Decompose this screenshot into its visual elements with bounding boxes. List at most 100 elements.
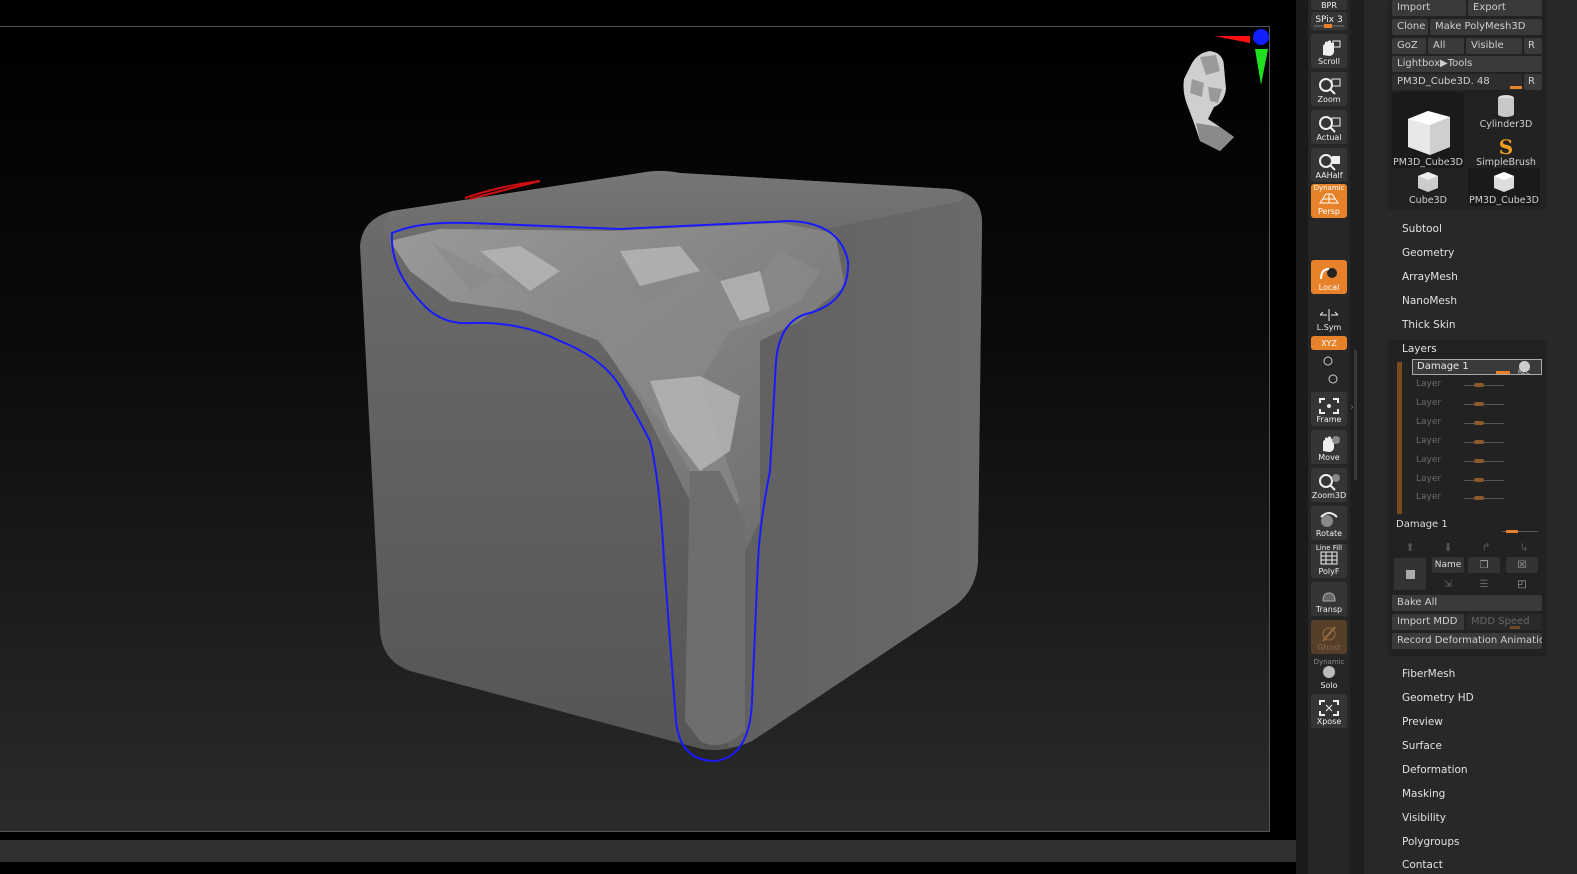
bake-all-button[interactable]: Bake All bbox=[1392, 595, 1542, 611]
import-mdd-button[interactable]: Import MDD bbox=[1392, 614, 1464, 630]
layer-slot[interactable]: Layer bbox=[1416, 492, 1506, 504]
split-layer-button[interactable]: ⇲ bbox=[1432, 576, 1464, 592]
shelf-scrollbar[interactable]: › bbox=[1350, 0, 1364, 874]
layer-slot[interactable]: Layer bbox=[1416, 398, 1506, 410]
zoom3d-button[interactable]: Zoom3D bbox=[1311, 468, 1347, 502]
section-nanomesh[interactable]: NanoMesh bbox=[1402, 295, 1457, 307]
import-button[interactable]: Import bbox=[1392, 0, 1466, 16]
layer-strength-knob[interactable] bbox=[1496, 371, 1510, 374]
layer-corner-button[interactable]: ◰ bbox=[1506, 576, 1538, 592]
section-fibermesh[interactable]: FiberMesh bbox=[1402, 668, 1455, 680]
goz-r-button[interactable]: R bbox=[1524, 38, 1542, 54]
move-label: Move bbox=[1318, 453, 1340, 462]
section-geometry-hd[interactable]: Geometry HD bbox=[1402, 692, 1474, 704]
move-button[interactable]: Move bbox=[1311, 430, 1347, 464]
tool-thumb-simplebrush[interactable]: S SimpleBrush bbox=[1470, 130, 1542, 168]
layer-slot-knob[interactable] bbox=[1474, 496, 1484, 500]
layers-scrollbar[interactable] bbox=[1397, 362, 1402, 514]
clone-button[interactable]: Clone bbox=[1392, 19, 1428, 35]
move-layer-up-button[interactable]: ⬆ bbox=[1394, 539, 1426, 555]
record-deformation-button[interactable]: Record Deformation Animation bbox=[1392, 633, 1542, 649]
section-contact[interactable]: Contact bbox=[1402, 859, 1443, 871]
persp-button[interactable]: Dynamic Persp bbox=[1311, 184, 1347, 218]
xyz-rotate-icon[interactable] bbox=[1320, 354, 1338, 386]
lightbox-tools-button[interactable]: Lightbox▶Tools bbox=[1392, 56, 1542, 72]
new-layer-button[interactable] bbox=[1394, 558, 1426, 590]
scroll-button[interactable]: Scroll bbox=[1311, 34, 1347, 68]
section-geometry[interactable]: Geometry bbox=[1402, 247, 1454, 259]
3d-scene[interactable] bbox=[0, 27, 1270, 833]
collapse-arrow-icon[interactable]: › bbox=[1350, 402, 1354, 413]
actual-button[interactable]: Actual bbox=[1311, 110, 1347, 144]
zoom-button[interactable]: Zoom bbox=[1311, 72, 1347, 106]
lsym-button[interactable]: L.Sym bbox=[1311, 300, 1347, 334]
current-tool-slider[interactable]: PM3D_Cube3D. 48 bbox=[1392, 74, 1522, 90]
bpr-button[interactable]: BPR bbox=[1311, 0, 1347, 10]
make-polymesh3d-button[interactable]: Make PolyMesh3D bbox=[1430, 19, 1542, 35]
move-layer-down-button[interactable]: ⬇ bbox=[1432, 539, 1464, 555]
mdd-speed-slider[interactable]: MDD Speed bbox=[1466, 614, 1542, 630]
canvas-viewport[interactable] bbox=[0, 0, 1296, 874]
xpose-button[interactable]: Xpose bbox=[1311, 694, 1347, 728]
goz-visible-button[interactable]: Visible bbox=[1466, 38, 1522, 54]
tool-r-button[interactable]: R bbox=[1524, 74, 1542, 90]
section-thick-skin[interactable]: Thick Skin bbox=[1402, 319, 1456, 331]
layer-slot[interactable]: Layer bbox=[1416, 436, 1506, 448]
lsym-label: L.Sym bbox=[1316, 323, 1342, 332]
section-arraymesh[interactable]: ArrayMesh bbox=[1402, 271, 1458, 283]
rotate-button[interactable]: Rotate bbox=[1311, 506, 1347, 540]
section-deformation[interactable]: Deformation bbox=[1402, 764, 1468, 776]
layer-slot-knob[interactable] bbox=[1474, 383, 1484, 387]
layer-slot[interactable]: Layer bbox=[1416, 474, 1506, 486]
layer-slot-knob[interactable] bbox=[1474, 478, 1484, 482]
transp-button[interactable]: Transp bbox=[1311, 582, 1347, 616]
mdd-speed-knob[interactable] bbox=[1510, 626, 1520, 629]
goz-button[interactable]: GoZ bbox=[1392, 38, 1426, 54]
section-visibility[interactable]: Visibility bbox=[1402, 812, 1446, 824]
layer-slot[interactable]: Layer bbox=[1416, 379, 1506, 391]
layer-intensity-slider[interactable]: Damage 1 bbox=[1392, 519, 1542, 533]
layer-slot-knob[interactable] bbox=[1474, 402, 1484, 406]
section-preview[interactable]: Preview bbox=[1402, 716, 1443, 728]
cube-icon bbox=[1418, 172, 1438, 192]
delete-layer-button[interactable]: ☒ bbox=[1506, 557, 1538, 573]
viewport-horizontal-scrollbar[interactable] bbox=[0, 840, 1296, 862]
tool-thumb-pm3d-cube3d[interactable]: PM3D_Cube3D bbox=[1468, 168, 1540, 206]
section-surface[interactable]: Surface bbox=[1402, 740, 1442, 752]
layer-options-button[interactable]: ☰ bbox=[1468, 576, 1500, 592]
layer-slot-knob[interactable] bbox=[1474, 421, 1484, 425]
current-tool-slider-knob[interactable] bbox=[1510, 86, 1522, 89]
tool-thumb-cylinder3d[interactable]: Cylinder3D bbox=[1470, 92, 1542, 130]
section-layers[interactable]: Layers bbox=[1402, 343, 1437, 355]
shelf-scroll-thumb[interactable] bbox=[1354, 350, 1357, 480]
layer-slot-knob[interactable] bbox=[1474, 440, 1484, 444]
section-label: Surface bbox=[1402, 740, 1443, 752]
xyz-button[interactable]: XYZ bbox=[1311, 336, 1347, 350]
layer-damage-1[interactable]: Damage 1 REC bbox=[1412, 359, 1542, 376]
section-subtool[interactable]: Subtool bbox=[1402, 223, 1442, 235]
section-masking[interactable]: Masking bbox=[1402, 788, 1445, 800]
layer-intensity-knob[interactable] bbox=[1506, 530, 1518, 533]
navigation-head-gizmo[interactable] bbox=[1160, 27, 1270, 157]
merge-layer-button[interactable]: ↳ bbox=[1508, 539, 1540, 555]
layer-slot[interactable]: Layer bbox=[1416, 455, 1506, 467]
aahalf-button[interactable]: AAHalf bbox=[1311, 148, 1347, 182]
frame-button[interactable]: Frame bbox=[1311, 392, 1347, 426]
polyf-button[interactable]: Line Fill PolyF bbox=[1311, 544, 1347, 578]
local-button[interactable]: Local bbox=[1311, 260, 1347, 294]
layer-slot-knob[interactable] bbox=[1474, 459, 1484, 463]
export-button[interactable]: Export bbox=[1468, 0, 1542, 16]
tool-thumb-cube3d[interactable]: Cube3D bbox=[1392, 168, 1464, 206]
layer-slot[interactable]: Layer bbox=[1416, 417, 1506, 429]
document-canvas[interactable] bbox=[0, 26, 1270, 832]
tool-thumb-pm3d-cube3d-main[interactable]: PM3D_Cube3D bbox=[1392, 92, 1464, 168]
redo-layer-button[interactable]: ↱ bbox=[1470, 539, 1502, 555]
ghost-button[interactable]: Ghost bbox=[1311, 620, 1347, 654]
spix-knob[interactable] bbox=[1324, 23, 1332, 28]
goz-all-button[interactable]: All bbox=[1428, 38, 1464, 54]
solo-button[interactable]: Dynamic Solo bbox=[1311, 658, 1347, 692]
layer-name-button[interactable]: Name bbox=[1432, 557, 1464, 573]
section-polygroups[interactable]: Polygroups bbox=[1402, 836, 1459, 848]
duplicate-layer-button[interactable]: ❐ bbox=[1468, 557, 1500, 573]
spix-slider[interactable]: SPix 3 bbox=[1311, 12, 1347, 30]
